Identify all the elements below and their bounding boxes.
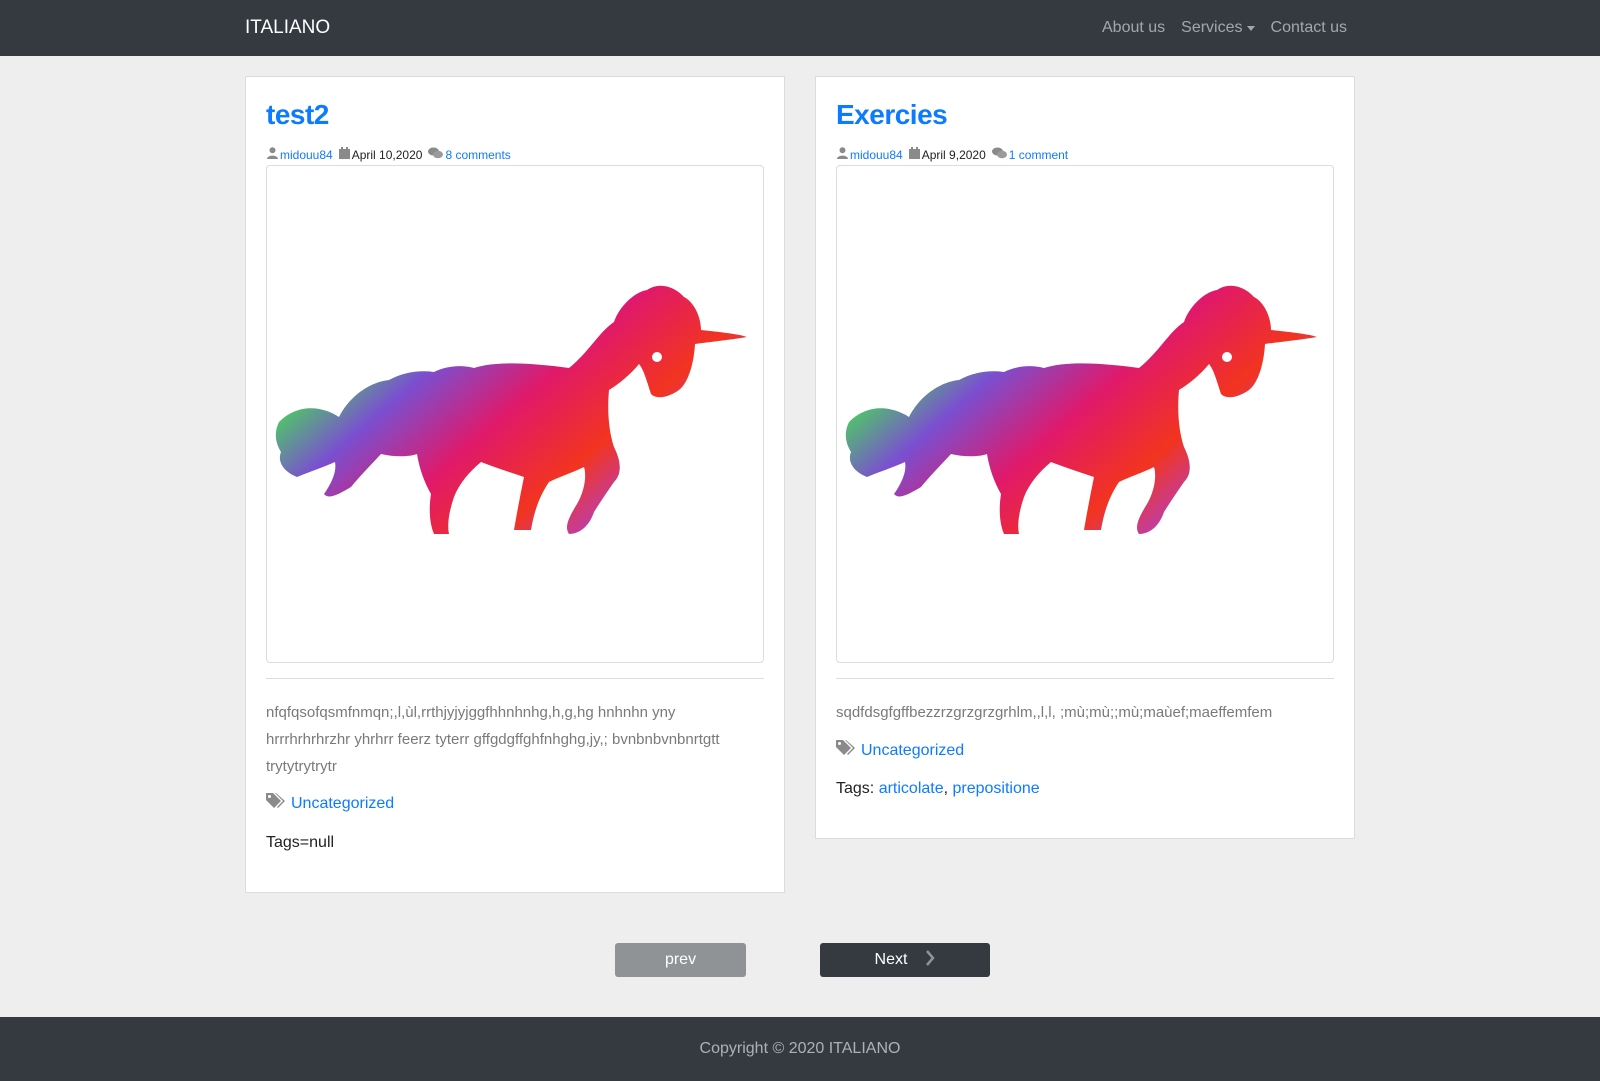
post-tags: Tags=null bbox=[266, 834, 335, 851]
divider bbox=[266, 678, 764, 679]
nav-links: About us Services Contact us bbox=[1086, 19, 1347, 37]
next-button[interactable]: Next bbox=[820, 943, 990, 977]
post-category: Uncategorized bbox=[836, 740, 964, 761]
nav-services-label: Services bbox=[1181, 19, 1243, 36]
unicorn-image bbox=[269, 272, 749, 552]
post-comments-link[interactable]: 1 comment bbox=[1009, 148, 1068, 162]
next-label: Next bbox=[874, 951, 908, 968]
post-meta: midouu84 April 9,2020 1 comment bbox=[837, 147, 1074, 162]
chevron-right-icon bbox=[925, 949, 936, 971]
calendar-icon bbox=[338, 147, 350, 162]
post-excerpt: sqdfdsgfgffbezzrzgrzgrzgrhlm,,l,l, ;mù;m… bbox=[836, 704, 1273, 721]
divider bbox=[836, 678, 1334, 679]
nav-about-us[interactable]: About us bbox=[1102, 19, 1165, 37]
post-author-link[interactable]: midouu84 bbox=[850, 148, 903, 162]
comments-icon bbox=[991, 147, 1007, 162]
footer-copyright: Copyright © 2020 ITALIANO bbox=[699, 1040, 901, 1057]
post-date: April 9,2020 bbox=[921, 147, 986, 162]
caret-down-icon bbox=[1246, 26, 1255, 31]
post-meta: midouu84 April 10,2020 8 comments bbox=[267, 147, 517, 162]
nav-contact-us[interactable]: Contact us bbox=[1271, 19, 1347, 37]
prev-button[interactable]: prev bbox=[615, 943, 746, 977]
tags-label: Tags: bbox=[836, 780, 879, 797]
category-link[interactable]: Uncategorized bbox=[861, 742, 964, 760]
tags-icon bbox=[836, 740, 856, 761]
nav-services-dropdown[interactable]: Services bbox=[1181, 19, 1255, 37]
post-title-link[interactable]: Exercies bbox=[836, 99, 948, 131]
post-date: April 10,2020 bbox=[351, 147, 423, 162]
user-icon bbox=[837, 147, 848, 162]
user-icon bbox=[267, 147, 278, 162]
calendar-icon bbox=[908, 147, 920, 162]
tag-link[interactable]: prepositione bbox=[953, 780, 1040, 797]
comments-icon bbox=[428, 147, 444, 162]
post-title-link[interactable]: test2 bbox=[266, 99, 329, 131]
brand-logo-link[interactable]: ITALIANO bbox=[245, 17, 330, 39]
unicorn-image bbox=[839, 272, 1319, 552]
footer: Copyright © 2020 ITALIANO bbox=[0, 1017, 1600, 1081]
post-thumbnail[interactable] bbox=[836, 165, 1334, 663]
category-link[interactable]: Uncategorized bbox=[291, 795, 394, 813]
top-navbar: ITALIANO About us Services Contact us bbox=[0, 0, 1600, 56]
post-excerpt: nfqfqsofqsmfnmqn;,l,ùl,rrthjyjyjggfhhnhn… bbox=[266, 704, 720, 775]
post-author-link[interactable]: midouu84 bbox=[280, 148, 333, 162]
post-thumbnail[interactable] bbox=[266, 165, 764, 663]
tags-icon bbox=[266, 793, 286, 814]
post-tags: Tags: articolate, prepositione bbox=[836, 780, 1040, 798]
tag-link[interactable]: articolate bbox=[879, 780, 944, 797]
post-card: Exercies midouu84 April 9,2020 1 comment… bbox=[815, 76, 1355, 839]
post-category: Uncategorized bbox=[266, 793, 394, 814]
post-comments-link[interactable]: 8 comments bbox=[445, 148, 510, 162]
tag-separator: , bbox=[943, 780, 953, 797]
post-card: test2 midouu84 April 10,2020 8 comments … bbox=[245, 76, 785, 893]
